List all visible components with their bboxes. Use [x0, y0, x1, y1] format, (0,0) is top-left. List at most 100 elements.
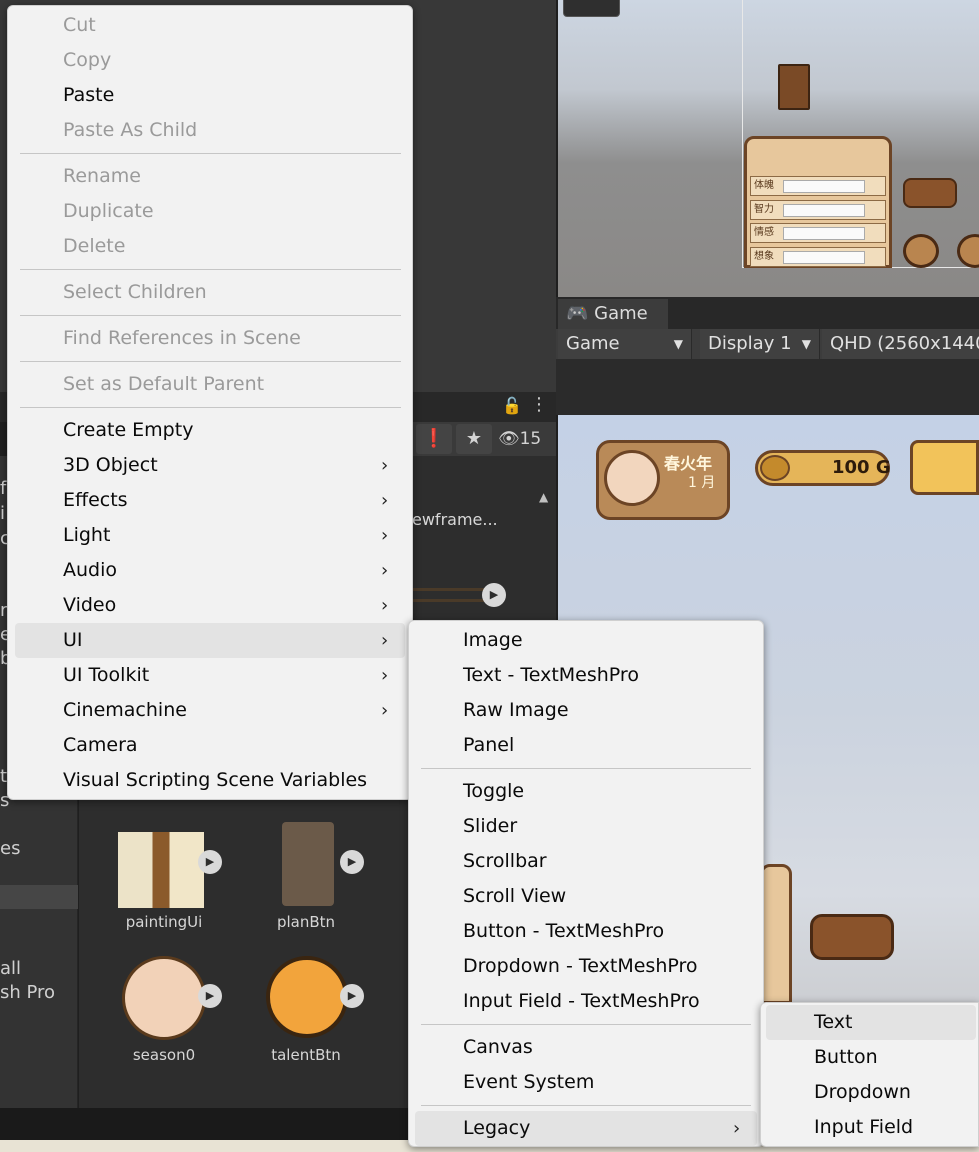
- menu-item-cinemachine[interactable]: Cinemachine ›: [15, 693, 405, 728]
- stat-label: 智力: [754, 204, 774, 215]
- asset-label[interactable]: talentBtn: [246, 1046, 366, 1064]
- menu-item-label: UI Toolkit: [63, 664, 150, 686]
- stat-row: 想象: [750, 247, 886, 267]
- menu-item-label: Toggle: [463, 780, 525, 802]
- folder-tree-text: all: [0, 958, 22, 979]
- asset-thumbnail-paintingui[interactable]: [118, 832, 204, 908]
- tab-game[interactable]: 🎮 Game: [558, 299, 668, 329]
- resolution-value: QHD (2560x1440: [830, 333, 979, 354]
- lock-icon[interactable]: 🔓: [502, 396, 522, 415]
- scene-gizmo-button[interactable]: [563, 0, 620, 17]
- menu-item-light[interactable]: Light ›: [15, 518, 405, 553]
- gamepad-icon: 🎮: [566, 303, 589, 324]
- menu-item-camera[interactable]: Camera: [15, 728, 405, 763]
- stat-row: 智力: [750, 200, 886, 220]
- menu-item-raw-image[interactable]: Raw Image: [415, 693, 757, 728]
- menu-item-canvas[interactable]: Canvas: [415, 1030, 757, 1065]
- menu-item-input-field-textmeshpro[interactable]: Input Field - TextMeshPro: [415, 984, 757, 1019]
- menu-item-effects[interactable]: Effects ›: [15, 483, 405, 518]
- menu-item-set-default-parent: Set as Default Parent: [15, 367, 405, 402]
- menu-item-duplicate: Duplicate: [15, 194, 405, 229]
- menu-item-label: Panel: [463, 734, 515, 756]
- stat-row: 情感: [750, 223, 886, 243]
- menu-item-label: Scrollbar: [463, 850, 547, 872]
- asset-label[interactable]: paintingUi: [104, 913, 224, 931]
- menu-item-visual-scripting-scene-variables[interactable]: Visual Scripting Scene Variables: [15, 763, 405, 798]
- menu-item-copy: Copy: [15, 43, 405, 78]
- menu-item-label: Button: [814, 1046, 878, 1068]
- stat-bar: [783, 180, 865, 193]
- menu-item-audio[interactable]: Audio ›: [15, 553, 405, 588]
- game-mode-dropdown[interactable]: Game ▼: [558, 329, 692, 359]
- menu-item-select-children: Select Children: [15, 275, 405, 310]
- menu-item-scroll-view[interactable]: Scroll View: [415, 879, 757, 914]
- menu-item-dropdown-textmeshpro[interactable]: Dropdown - TextMeshPro: [415, 949, 757, 984]
- game-mode-value: Game: [566, 333, 620, 354]
- menu-item-3d-object[interactable]: 3D Object ›: [15, 448, 405, 483]
- menu-item-label: UI: [63, 629, 83, 651]
- asset-thumbnail-season0[interactable]: [122, 956, 206, 1040]
- display-value: Display 1: [708, 333, 792, 354]
- menu-item-label: Audio: [63, 559, 118, 581]
- resolution-dropdown[interactable]: QHD (2560x1440: [822, 329, 979, 359]
- display-dropdown[interactable]: Display 1 ▼: [700, 329, 820, 359]
- asset-thumbnail-talentbtn[interactable]: [266, 956, 348, 1038]
- visible-count[interactable]: 👁15: [498, 424, 541, 454]
- asset-list-item-label[interactable]: ewframe...: [412, 510, 498, 529]
- menu-item-legacy-dropdown[interactable]: Dropdown: [766, 1075, 976, 1110]
- scroll-up-icon[interactable]: ▲: [539, 490, 548, 504]
- error-filter-icon[interactable]: ❗: [416, 424, 452, 454]
- menu-item-video[interactable]: Video ›: [15, 588, 405, 623]
- play-icon[interactable]: ▶: [340, 850, 364, 874]
- folder-tree-selected-row[interactable]: [0, 885, 78, 909]
- menu-item-scrollbar[interactable]: Scrollbar: [415, 844, 757, 879]
- chevron-down-icon: ▼: [673, 337, 683, 351]
- menu-item-label: Cut: [63, 14, 96, 36]
- stat-bar: [783, 251, 865, 264]
- menu-item-legacy[interactable]: Legacy ›: [415, 1111, 757, 1146]
- menu-item-label: Slider: [463, 815, 518, 837]
- more-options-icon[interactable]: ⋮: [530, 394, 548, 415]
- menu-item-legacy-input-field[interactable]: Input Field: [766, 1110, 976, 1145]
- sofa-sprite: [810, 914, 894, 960]
- menu-item-label: Find References in Scene: [63, 327, 301, 349]
- sofa-sprite: [903, 178, 957, 208]
- menu-item-label: Input Field - TextMeshPro: [463, 990, 700, 1012]
- menu-item-image[interactable]: Image: [415, 623, 757, 658]
- menu-item-label: Dropdown - TextMeshPro: [463, 955, 698, 977]
- asset-label[interactable]: season0: [104, 1046, 224, 1064]
- menu-item-slider[interactable]: Slider: [415, 809, 757, 844]
- play-icon[interactable]: ▶: [340, 984, 364, 1008]
- menu-item-text-textmeshpro[interactable]: Text - TextMeshPro: [415, 658, 757, 693]
- menu-item-label: Rename: [63, 165, 141, 187]
- menu-item-event-system[interactable]: Event System: [415, 1065, 757, 1100]
- menu-item-toggle[interactable]: Toggle: [415, 774, 757, 809]
- chevron-right-icon: ›: [733, 1118, 741, 1139]
- menu-item-legacy-button[interactable]: Button: [766, 1040, 976, 1075]
- menu-item-label: Dropdown: [814, 1081, 911, 1103]
- chevron-right-icon: ›: [381, 700, 389, 721]
- menu-item-legacy-text[interactable]: Text: [766, 1005, 976, 1040]
- gold-amount: 100 G: [832, 457, 891, 478]
- menu-item-label: Text - TextMeshPro: [463, 664, 639, 686]
- play-icon[interactable]: ▶: [198, 984, 222, 1008]
- menu-item-label: Text: [814, 1011, 853, 1033]
- chevron-right-icon: ›: [381, 560, 389, 581]
- favorite-star-icon[interactable]: ★: [456, 424, 492, 454]
- menu-item-cut: Cut: [15, 8, 405, 43]
- chevron-right-icon: ›: [381, 525, 389, 546]
- chevron-right-icon: ›: [381, 630, 389, 651]
- menu-item-paste[interactable]: Paste: [15, 78, 405, 113]
- menu-item-label: 3D Object: [63, 454, 158, 476]
- menu-item-button-textmeshpro[interactable]: Button - TextMeshPro: [415, 914, 757, 949]
- menu-item-ui-toolkit[interactable]: UI Toolkit ›: [15, 658, 405, 693]
- menu-item-ui[interactable]: UI ›: [15, 623, 405, 658]
- asset-label[interactable]: planBtn: [246, 913, 366, 931]
- play-icon[interactable]: ▶: [482, 583, 506, 607]
- asset-thumbnail-planbtn[interactable]: [282, 822, 334, 906]
- menu-item-label: Image: [463, 629, 523, 651]
- menu-item-panel[interactable]: Panel: [415, 728, 757, 763]
- menu-item-create-empty[interactable]: Create Empty: [15, 413, 405, 448]
- play-icon[interactable]: ▶: [198, 850, 222, 874]
- menu-item-label: Light: [63, 524, 111, 546]
